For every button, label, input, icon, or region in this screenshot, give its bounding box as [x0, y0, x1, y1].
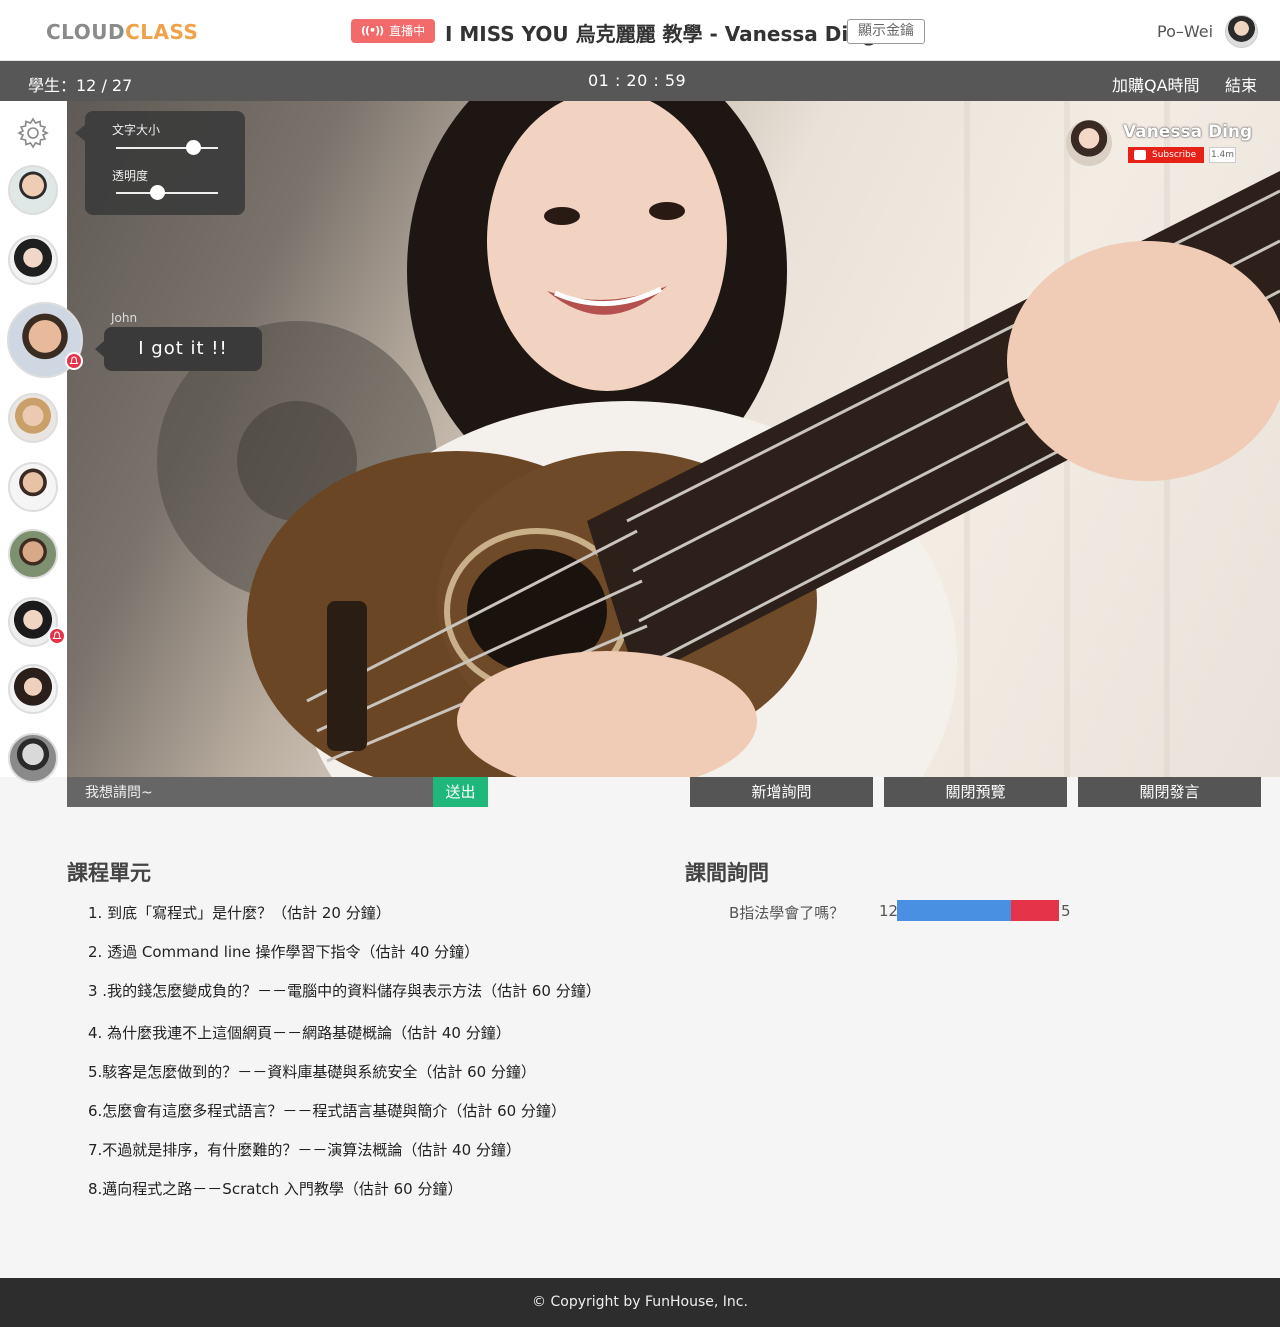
question-input[interactable] [67, 777, 433, 807]
poll-yes-bar [897, 900, 1011, 921]
opacity-slider-knob[interactable] [149, 185, 165, 200]
raise-hand-icon [65, 352, 83, 370]
participant-avatar[interactable] [8, 529, 58, 579]
video-frame-illustration [157, 101, 1280, 777]
subscriber-count: 1.4m [1209, 147, 1236, 163]
unit-item[interactable]: 8.邁向程式之路－－Scratch 入門教學（估計 60 分鐘） [88, 1178, 462, 1199]
live-video[interactable]: Vanessa Ding Subscribe 1.4m [67, 101, 1280, 777]
subscribe-button[interactable]: Subscribe [1128, 147, 1204, 163]
participant-avatar[interactable] [8, 393, 58, 443]
font-size-slider-knob[interactable] [185, 140, 201, 155]
opacity-slider[interactable] [116, 185, 218, 200]
poll-yes-count: 12 [879, 902, 899, 920]
student-count: 學生：12 / 27 [28, 76, 133, 95]
live-label: 直播中 [389, 24, 426, 38]
font-size-slider[interactable] [116, 140, 218, 155]
units-title: 課程單元 [67, 861, 151, 885]
poll-no-bar [1011, 900, 1059, 921]
unit-item[interactable]: 4. 為什麼我連不上這個網頁－－網路基礎概論（估計 40 分鐘） [88, 1022, 511, 1043]
participant-avatar[interactable] [8, 235, 58, 285]
unit-item[interactable]: 3 .我的錢怎麼變成負的？－－電腦中的資料儲存與表示方法（估計 60 分鐘） [88, 980, 601, 1001]
close-preview-button[interactable]: 關閉預覽 [884, 777, 1067, 807]
youtube-channel-card[interactable]: Vanessa Ding Subscribe 1.4m [1066, 120, 1256, 170]
qa-title: 課間詢問 [685, 861, 769, 885]
poll-question: B指法學會了嗎？ [729, 904, 845, 922]
raise-hand-icon [48, 627, 66, 645]
class-timer: 01 : 20 : 59 [588, 71, 687, 90]
broadcast-icon: ((•)) [361, 24, 384, 37]
participant-avatar[interactable] [8, 165, 58, 215]
opacity-label: 透明度 [112, 169, 149, 183]
logo-cloud: CLOUD [46, 20, 126, 44]
status-bar: 學生：12 / 27 01 : 20 : 59 加購QA時間 結束 [0, 61, 1280, 101]
add-question-button[interactable]: 新增詢問 [690, 777, 873, 807]
chat-bubble: I got it !! [95, 327, 262, 371]
logo[interactable]: CLOUDCLASS [46, 20, 198, 44]
participant-avatar[interactable] [8, 664, 58, 714]
poll-no-count: 5 [1061, 902, 1071, 920]
user-name[interactable]: Po–Wei [1157, 22, 1213, 41]
footer: © Copyright by FunHouse, Inc. [0, 1278, 1280, 1327]
close-speech-button[interactable]: 關閉發言 [1078, 777, 1261, 807]
unit-item[interactable]: 5.駭客是怎麼做到的？－－資料庫基礎與系統安全（估計 60 分鐘） [88, 1061, 536, 1082]
channel-avatar [1066, 120, 1112, 166]
copyright-text: © Copyright by FunHouse, Inc. [532, 1294, 748, 1310]
course-title: I MISS YOU 烏克麗麗 教學 - Vanessa Ding [445, 22, 877, 46]
channel-name: Vanessa Ding [1123, 122, 1253, 142]
gear-icon[interactable] [17, 117, 49, 149]
live-badge: ((•)) 直播中 [351, 19, 436, 43]
unit-item[interactable]: 1. 到底「寫程式」是什麼？（估計 20 分鐘） [88, 902, 391, 923]
participant-avatar[interactable] [8, 733, 58, 783]
font-size-label: 文字大小 [112, 123, 161, 137]
unit-item[interactable]: 2. 透過 Command line 操作學習下指令（估計 40 分鐘） [88, 941, 479, 962]
chat-sender-name: John [111, 311, 138, 325]
participant-sidebar [0, 101, 83, 783]
end-class-button[interactable]: 結束 [1225, 72, 1257, 96]
send-button[interactable]: 送出 [433, 777, 488, 807]
show-price-button[interactable]: 顯示金鑰 [847, 19, 925, 44]
top-header: CLOUDCLASS ((•)) 直播中 I MISS YOU 烏克麗麗 教學 … [0, 0, 1280, 61]
participant-avatar[interactable] [8, 462, 58, 512]
logo-class: CLASS [125, 20, 199, 44]
display-settings-popover: 文字大小 透明度 [75, 111, 245, 215]
unit-item[interactable]: 7.不過就是排序，有什麼難的？－－演算法概論（估計 40 分鐘） [88, 1139, 521, 1160]
buy-qa-time-button[interactable]: 加購QA時間 [1112, 72, 1200, 96]
user-avatar[interactable] [1225, 15, 1258, 48]
unit-item[interactable]: 6.怎麼會有這麼多程式語言？－－程式語言基礎與簡介（估計 60 分鐘） [88, 1100, 566, 1121]
